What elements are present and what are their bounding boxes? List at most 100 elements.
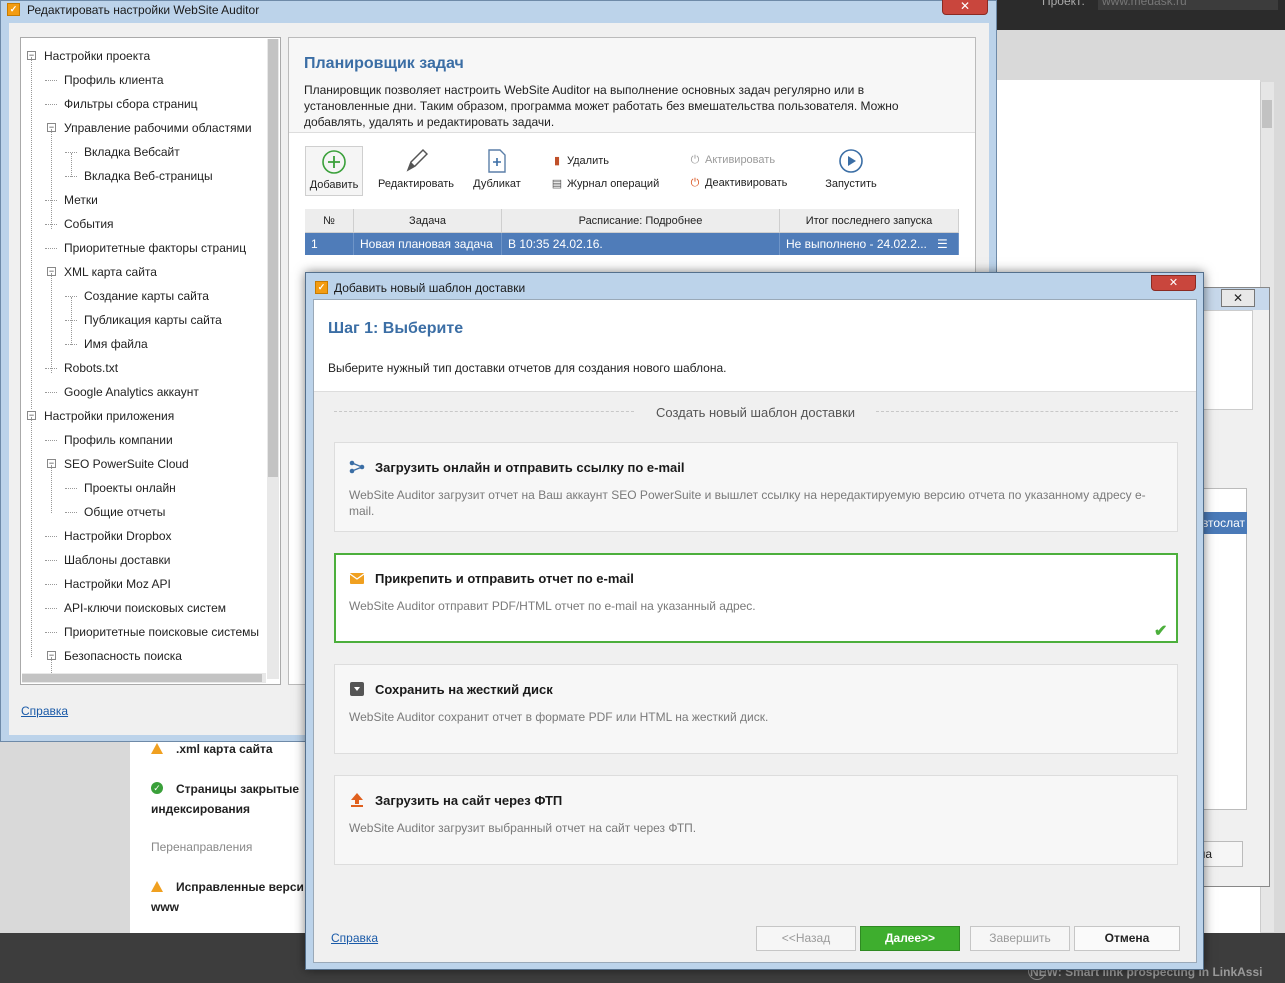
option-title: Загрузить на сайт через ФТП [375,793,563,808]
option-save-disk[interactable]: Сохранить на жесткий диск WebSite Audito… [334,664,1178,754]
tree-item[interactable]: API-ключи поисковых систем [64,601,226,615]
column-header-number[interactable]: № [305,209,354,233]
warning-icon [151,881,163,892]
tree-item[interactable]: Проекты онлайн [84,481,176,495]
run-label: Запустить [825,178,877,190]
row-menu-icon[interactable]: ☰ [937,237,948,251]
tree-item[interactable]: XML карта сайта [64,265,157,279]
tree-item[interactable]: Профиль клиента [64,73,164,87]
tree-guide [31,57,32,409]
close-button[interactable]: ✕ [1151,275,1196,291]
tree-item[interactable]: Настройки проекта [44,49,150,63]
upload-icon [349,792,365,808]
power-icon: ⏻ [690,177,700,189]
tree-item[interactable]: Robots.txt [64,361,118,375]
table-cell[interactable]: 1 [305,233,354,255]
delivery-template-dialog: ✓ Добавить новый шаблон доставки ✕ Шаг 1… [305,272,1204,970]
add-button[interactable]: Добавить [305,146,363,196]
column-header-result[interactable]: Итог последнего запуска [780,209,959,233]
bg-item-closed: Страницы закрытые [176,782,299,796]
option-attach-email[interactable]: Прикрепить и отправить отчет по e-mail W… [334,553,1178,643]
tree-item[interactable]: Безопасность поиска [64,649,182,663]
edit-button[interactable]: Редактировать [373,148,459,190]
bg-item-xml: .xml карта сайта [176,742,273,756]
tree-item[interactable]: Настройки Dropbox [64,529,172,543]
app-icon: ✓ [7,3,20,16]
tree-item[interactable]: Метки [64,193,98,207]
tree-connector [45,584,57,585]
tree-item[interactable]: Вкладка Веб-страницы [84,169,213,183]
bg-item-closed-2: индексирования [151,802,250,816]
table-cell[interactable]: Новая плановая задача [354,233,502,255]
tree-connector [45,560,57,561]
project-label: Проект: [1042,0,1085,8]
duplicate-button[interactable]: Дубликат [467,148,527,190]
close-icon[interactable]: ✕ [1221,289,1255,307]
back-button[interactable]: <<Назад [756,926,856,951]
log-icon: ▤ [551,178,563,190]
option-title: Загрузить онлайн и отправить ссылку по e… [375,460,685,475]
finish-button[interactable]: Завершить [970,926,1070,951]
duplicate-label: Дубликат [473,178,521,190]
option-upload-online[interactable]: Загрузить онлайн и отправить ссылку по e… [334,442,1178,532]
option-title: Прикрепить и отправить отчет по e-mail [375,571,634,586]
help-link[interactable]: Справка [331,931,378,945]
log-button[interactable]: ▤ Журнал операций [551,177,659,190]
column-header-schedule[interactable]: Расписание: Подробнее [502,209,780,233]
tree-item[interactable]: Имя файла [84,337,148,351]
tree-scroll-thumb[interactable] [268,39,278,477]
bg-item-www: www [151,900,180,914]
run-button[interactable]: Запустить [817,148,885,190]
option-description: WebSite Auditor отправит PDF/HTML отчет … [349,599,756,613]
pencil-icon [402,148,430,176]
tree-item[interactable]: Настройки приложения [44,409,174,423]
cancel-button[interactable]: Отмена [1074,926,1180,951]
app-icon: ✓ [315,281,328,294]
activate-label: Активировать [705,154,776,166]
tree-item[interactable]: Фильтры сбора страниц [64,97,198,111]
tree-item[interactable]: Общие отчеты [84,505,165,519]
project-select[interactable]: www.medask.ru [1098,0,1278,10]
close-button[interactable]: ✕ [942,0,988,15]
column-header-task[interactable]: Задача [354,209,502,233]
disk-icon [349,681,365,697]
scheduler-title: Планировщик задач [304,55,464,72]
deactivate-button[interactable]: ⏻ Деактивировать [689,177,788,190]
scheduler-description: Планировщик позволяет настроить WebSite … [304,83,899,129]
next-button[interactable]: Далее>> [860,926,960,951]
document-plus-icon [483,148,511,176]
tree-guide [51,273,52,373]
tree-guide [71,153,72,177]
window-title: Редактировать настройки WebSite Auditor [27,3,260,17]
tree-item[interactable]: Шаблоны доставки [64,553,170,567]
activate-button[interactable]: ⏻ Активировать [689,154,775,167]
tree-item[interactable]: Управление рабочими областями [64,121,252,135]
tree-connector [65,488,77,489]
tree-item[interactable]: Вкладка Вебсайт [84,145,180,159]
option-description: WebSite Auditor сохранит отчет в формате… [349,710,769,724]
tree-connector [45,608,57,609]
tree-item[interactable]: SEO PowerSuite Cloud [64,457,189,471]
tree-connector [45,392,57,393]
tree-guide [31,417,32,657]
tree-item[interactable]: Приоритетные факторы страниц [64,241,246,255]
tree-item[interactable]: Профиль компании [64,433,173,447]
tree-item[interactable]: События [64,217,114,231]
delete-button[interactable]: ▮ Удалить [551,154,609,167]
option-ftp-upload[interactable]: Загрузить на сайт через ФТП WebSite Audi… [334,775,1178,865]
play-icon [837,148,865,176]
checkmark-icon: ✔ [1154,623,1168,640]
tree-item[interactable]: Создание карты сайта [84,289,209,303]
option-title: Сохранить на жесткий диск [375,682,553,697]
table-cell[interactable]: В 10:35 24.02.16. [502,233,780,255]
tree-item[interactable]: Приоритетные поисковые системы [64,625,259,639]
tree-item[interactable]: Настройки Moz API [64,577,171,591]
background-scroll-thumb[interactable] [1262,100,1272,128]
tree-connector [45,440,57,441]
table-cell[interactable]: Не выполнено - 24.02.2... [780,233,959,255]
tree-hscroll-thumb[interactable] [22,674,262,682]
help-link[interactable]: Справка [21,704,68,718]
tree-connector [45,104,57,105]
tree-item[interactable]: Публикация карты сайта [84,313,222,327]
tree-item[interactable]: Google Analytics аккаунт [64,385,199,399]
